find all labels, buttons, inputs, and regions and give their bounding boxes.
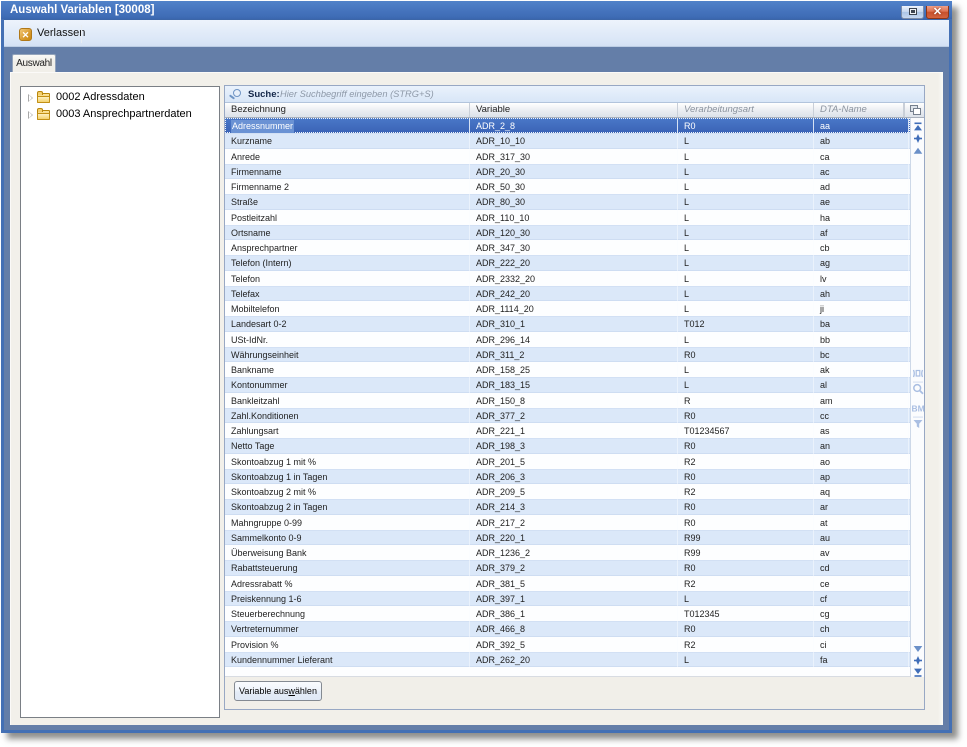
svg-text:BM: BM — [912, 404, 925, 414]
